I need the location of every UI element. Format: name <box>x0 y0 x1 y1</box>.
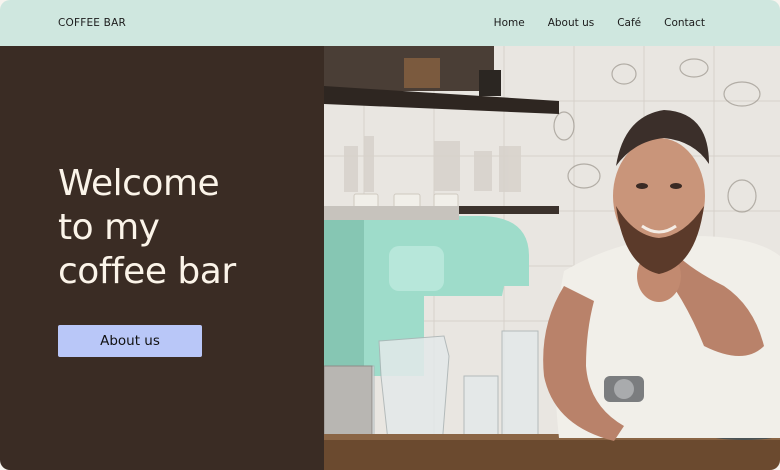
top-navigation-bar: COFFEE BAR Home About us Café Contact <box>0 0 780 46</box>
nav-home-link[interactable]: Home <box>494 17 525 29</box>
nav-about-link[interactable]: About us <box>548 17 595 29</box>
landing-page: COFFEE BAR Home About us Café Contact We… <box>0 0 780 470</box>
hero-headline: Welcome to my coffee bar <box>58 162 308 294</box>
nav-contact-link[interactable]: Contact <box>664 17 705 29</box>
hero-photo-barista <box>324 46 780 470</box>
brand-logo-text[interactable]: COFFEE BAR <box>58 0 126 46</box>
headline-line-2: to my <box>58 207 160 248</box>
main-nav: Home About us Café Contact <box>471 0 705 46</box>
barista-photo-illustration <box>324 46 780 470</box>
nav-cafe-link[interactable]: Café <box>617 17 641 29</box>
headline-line-3: coffee bar <box>58 251 236 292</box>
headline-line-1: Welcome <box>58 163 220 204</box>
about-us-button[interactable]: About us <box>58 325 202 357</box>
